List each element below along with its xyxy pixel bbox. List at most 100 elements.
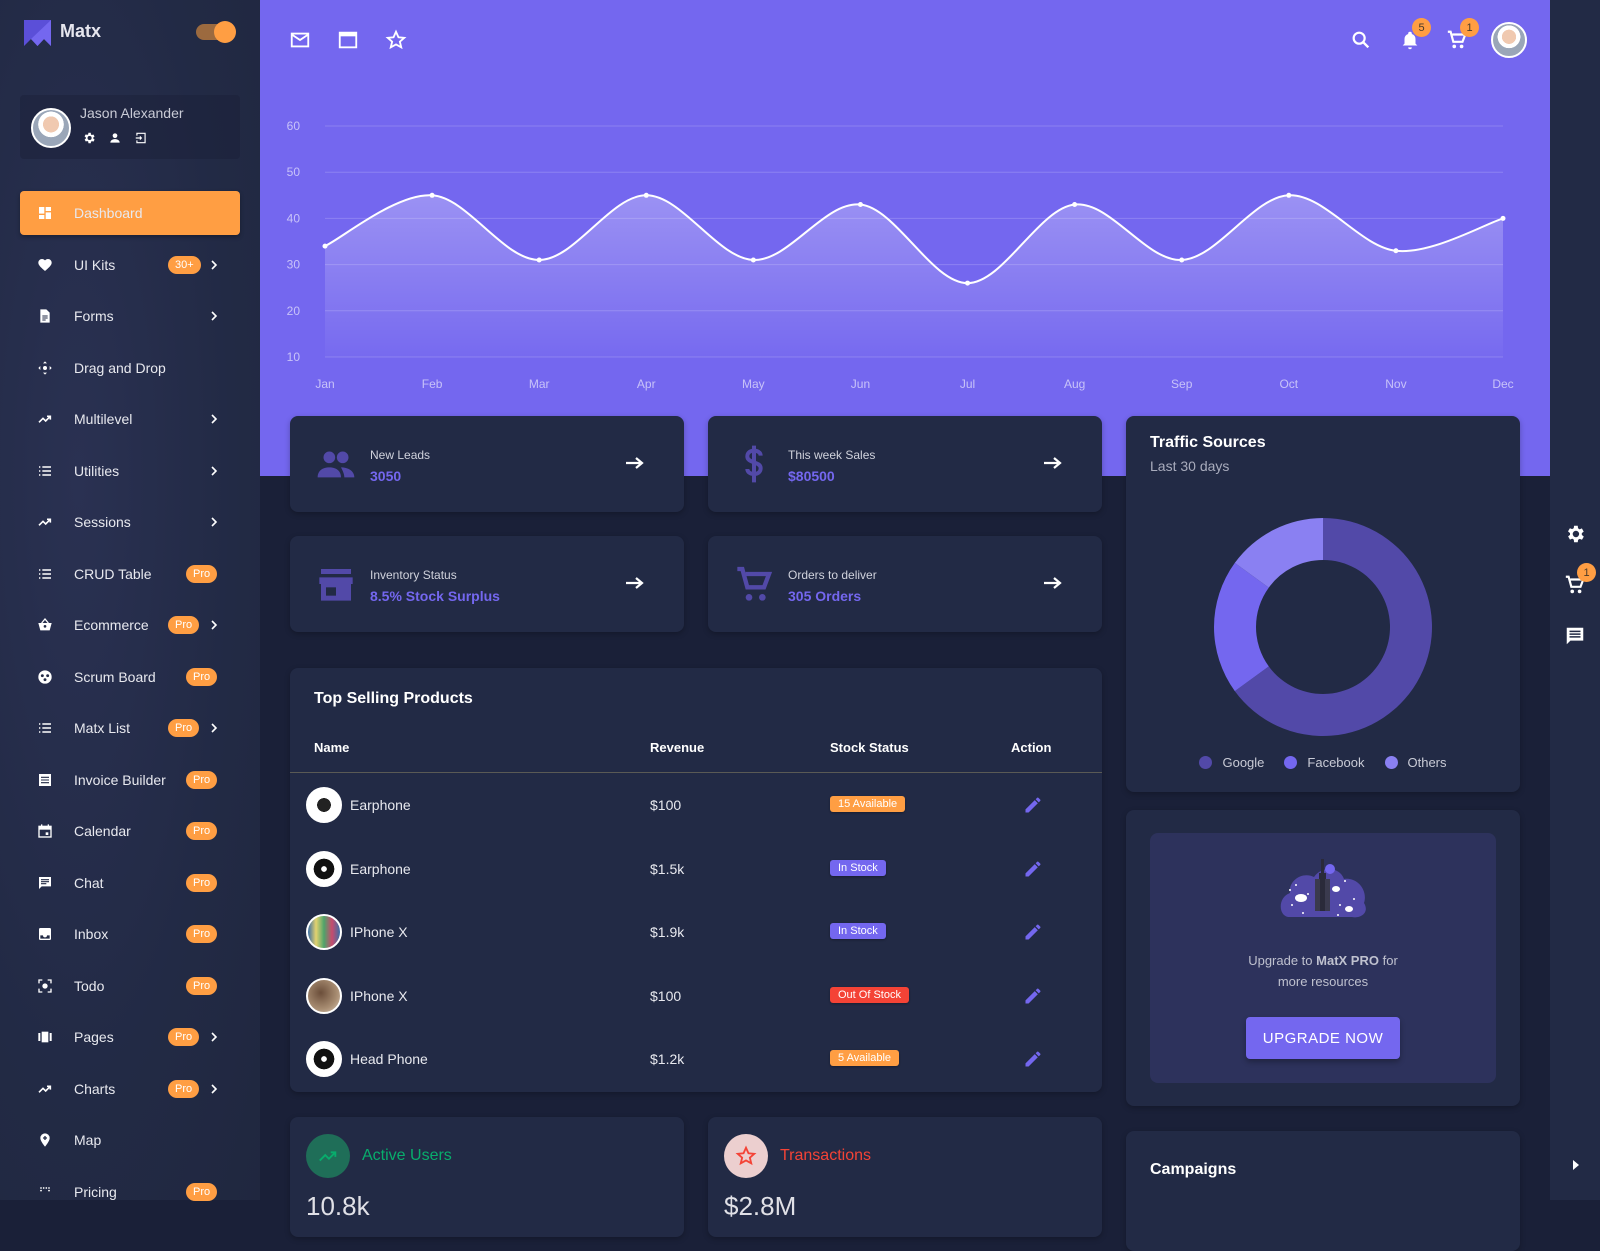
column-header-name: Name [314,740,350,755]
data-point[interactable] [1179,257,1185,263]
person-icon[interactable] [108,131,122,145]
x-tick-label: Oct [1279,377,1298,391]
arrow-right-icon[interactable] [1044,456,1062,470]
sidebar-item-forms[interactable]: Forms [20,294,240,338]
data-point[interactable] [750,257,756,263]
data-point[interactable] [1072,202,1078,208]
stat-card-new-leads[interactable]: New Leads 3050 [290,416,684,512]
data-point[interactable] [1393,248,1399,254]
user-avatar[interactable] [31,108,71,148]
sidebar-item-pricing[interactable]: Pricing Pro [20,1170,240,1214]
x-tick-label: Nov [1385,377,1406,391]
traffic-sources-card: Traffic Sources Last 30 days Google Faceb… [1126,416,1520,792]
window-icon[interactable] [337,29,359,51]
sidebar-item-scrum-board[interactable]: Scrum Board Pro [20,655,240,699]
store-icon [319,569,353,601]
matx-logo-icon [24,20,51,46]
stat-card-orders-to-deliver[interactable]: Orders to deliver 305 Orders [708,536,1102,632]
stat-label: This week Sales [788,448,876,462]
nav-label: Todo [74,977,105,994]
product-revenue: $100 [650,797,682,813]
product-image [306,1041,342,1077]
sidebar-item-map[interactable]: Map [20,1118,240,1162]
nav-badge: Pro [186,925,218,943]
sidebar-item-sessions[interactable]: Sessions [20,500,240,544]
gear-icon[interactable] [1564,523,1586,545]
sidebar-item-matx-list[interactable]: Matx List Pro [20,706,240,750]
data-point[interactable] [322,243,328,249]
gear-icon[interactable] [82,131,96,145]
sidebar-item-utilities[interactable]: Utilities [20,449,240,493]
chat-icon[interactable] [1564,625,1586,647]
mail-icon[interactable] [289,29,311,51]
nav-label: Matx List [74,720,131,736]
table-row: Head Phone $1.2k 5 Available [290,1039,1102,1079]
legend-item-others[interactable]: Others [1384,755,1447,770]
legend-label: Google [1222,755,1265,770]
nav-badge: Pro [186,564,218,583]
arrow-right-icon[interactable] [1572,1159,1580,1171]
arrow-right-icon[interactable] [626,456,644,470]
sidebar-item-multilevel[interactable]: Multilevel [20,397,240,441]
star-icon [735,1145,757,1166]
table-row: IPhone X $100 Out Of Stock [290,976,1102,1016]
arrow-right-icon[interactable] [626,576,644,590]
data-point[interactable] [643,192,649,198]
active-users-card: Active Users 10.8k [290,1117,684,1237]
star-icon[interactable] [385,29,407,51]
pages-icon [38,1031,52,1043]
sidebar-item-pages[interactable]: Pages Pro [20,1015,240,1059]
legend-item-google[interactable]: Google [1199,755,1264,770]
data-point[interactable] [1286,192,1292,198]
sidebar-item-todo[interactable]: Todo Pro [20,964,240,1008]
cart-icon [737,566,773,601]
data-point[interactable] [965,280,971,286]
edit-icon[interactable] [1023,986,1043,1006]
table-row: IPhone X $1.9k In Stock [290,912,1102,952]
data-point[interactable] [536,257,542,263]
transactions-value: $2.8M [724,1191,797,1221]
scrum-icon [38,669,52,684]
product-image [306,850,342,887]
stat-card-this-week-sales[interactable]: This week Sales $80500 [708,416,1102,512]
data-point[interactable] [1500,215,1506,221]
sidebar-item-inbox[interactable]: Inbox Pro [20,912,240,956]
edit-icon[interactable] [1023,1049,1043,1069]
sidebar-item-dashboard[interactable]: Dashboard [20,191,240,235]
edit-icon[interactable] [1023,795,1043,815]
people-icon [317,451,355,478]
profile-avatar[interactable] [1491,22,1527,58]
sidebar-item-crud-table[interactable]: CRUD Table Pro [20,552,240,596]
data-point[interactable] [429,192,435,198]
search-icon[interactable] [1350,29,1372,51]
x-tick-label: Mar [529,377,550,391]
stat-value: 3050 [370,468,402,484]
cart-badge: 1 [1577,563,1596,582]
document-icon [40,309,50,323]
data-point[interactable] [857,202,863,208]
sidebar-item-charts[interactable]: Charts Pro [20,1067,240,1111]
product-name: IPhone X [350,987,408,1004]
edit-icon[interactable] [1023,859,1043,879]
upgrade-now-button[interactable]: UPGRADE NOW [1246,1017,1400,1059]
nav-badge: Pro [168,1028,200,1046]
chevron-right-icon [211,311,218,321]
upgrade-text: Upgrade to MatX PRO for more resources [1150,950,1496,992]
theme-toggle[interactable] [196,21,236,43]
legend-item-facebook[interactable]: Facebook [1284,755,1365,770]
traffic-donut-chart [1214,518,1432,736]
dollar-icon [745,445,763,483]
nav-label: Dashboard [74,205,143,221]
logout-icon[interactable] [134,131,148,145]
arrow-right-icon[interactable] [1044,576,1062,590]
donut-slice-facebook[interactable] [1214,562,1269,692]
sidebar-item-ecommerce[interactable]: Ecommerce Pro [20,603,240,647]
sidebar-item-chat[interactable]: Chat Pro [20,861,240,905]
sidebar-item-invoice-builder[interactable]: Invoice Builder Pro [20,758,240,802]
sidebar-item-drag-and-drop[interactable]: Drag and Drop [20,346,240,390]
stat-card-inventory-status[interactable]: Inventory Status 8.5% Stock Surplus [290,536,684,632]
edit-icon[interactable] [1023,922,1043,942]
sidebar-item-calendar[interactable]: Calendar Pro [20,809,240,853]
product-name: Earphone [350,860,411,877]
sidebar-item-ui-kits[interactable]: UI Kits 30+ [20,243,240,287]
